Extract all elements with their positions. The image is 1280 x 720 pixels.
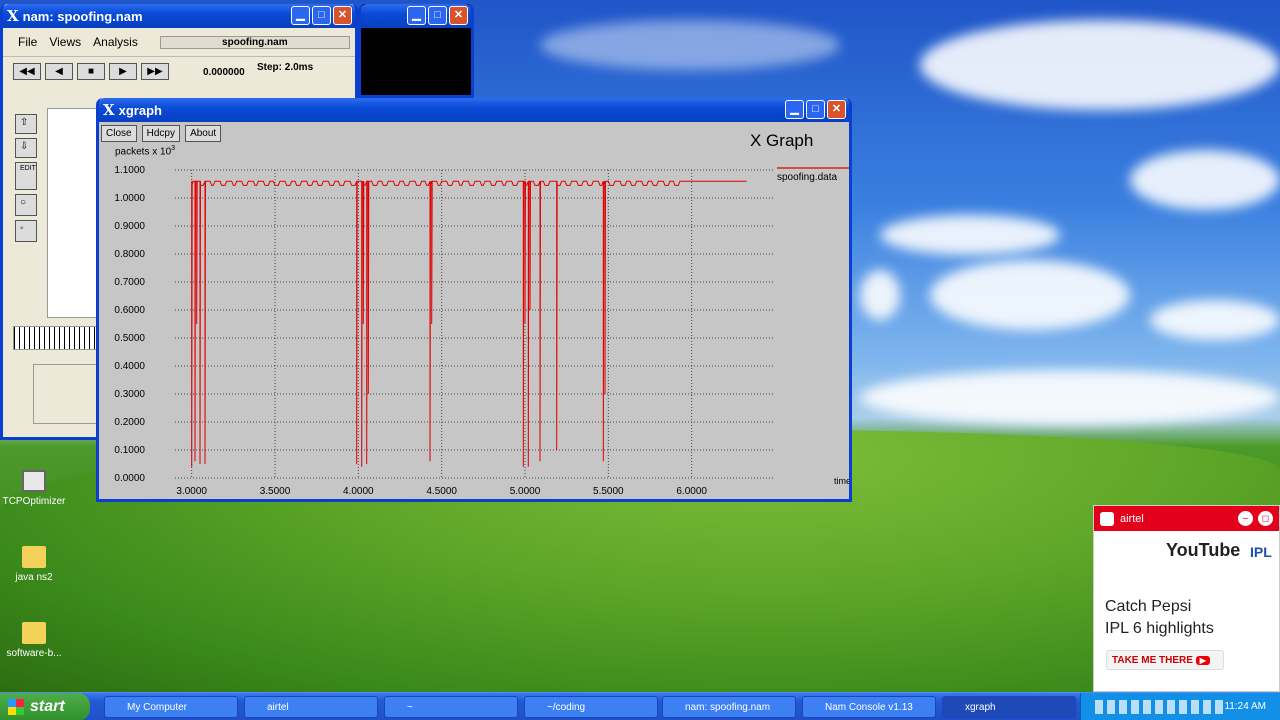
y-tick-label: 1.0000: [114, 193, 145, 204]
x-tick-label: 5.5000: [593, 486, 624, 497]
y-tick-label: 0.9000: [114, 221, 145, 232]
folder-icon: [22, 546, 46, 568]
close-button[interactable]: ✕: [449, 6, 468, 25]
y-tick-label: 0.7000: [114, 277, 145, 288]
folder-icon: [22, 622, 46, 644]
x-tick-label: 4.0000: [343, 486, 374, 497]
ad-header: airtel – ◻: [1094, 506, 1279, 531]
xgraph-title: xgraph: [118, 102, 162, 118]
menu-file[interactable]: File: [18, 35, 37, 49]
menu-analysis[interactable]: Analysis: [93, 35, 138, 49]
tool-1-icon[interactable]: ⇧: [15, 114, 37, 134]
ad-line-1: Catch Pepsi: [1105, 598, 1192, 615]
task-airtel[interactable]: airtel: [244, 696, 378, 718]
legend-label: spoofing.data: [777, 172, 837, 183]
airtel-logo-icon: [1100, 511, 1114, 526]
circle-tool-icon[interactable]: ○: [15, 194, 37, 216]
y-tick-label: 0.0000: [114, 473, 145, 484]
ad-minimize-button[interactable]: –: [1238, 511, 1253, 526]
xgraph-window: X xgraph ▁ □ ✕ Close Hdcpy About X Graph…: [96, 98, 852, 502]
x-axis-label: time: [834, 476, 849, 486]
task-nam[interactable]: nam: spoofing.nam: [662, 696, 796, 718]
y-tick-label: 0.3000: [114, 389, 145, 400]
x-logo-icon: X: [7, 7, 19, 25]
desktop-icon-tcpoptimizer[interactable]: TCPOptimizer: [0, 470, 74, 507]
y-tick-label: 0.1000: [114, 445, 145, 456]
task-xgraph[interactable]: xgraph: [942, 696, 1076, 718]
maximize-button[interactable]: □: [806, 100, 825, 119]
rewind-button[interactable]: ◀◀: [13, 63, 41, 80]
nam-toolbar: ◀◀ ◀ ■ ▶ ▶▶ 0.000000 Step: 2.0ms: [3, 56, 355, 88]
y-tick-label: 1.1000: [114, 165, 145, 176]
clock: 11:24 AM: [1224, 701, 1266, 712]
tray-icons[interactable]: [1095, 700, 1225, 714]
black-window: ▁ □ ✕: [358, 4, 474, 98]
start-button[interactable]: start: [0, 693, 90, 720]
task-terminal[interactable]: ~: [384, 696, 518, 718]
y-tick-label: 0.4000: [114, 361, 145, 372]
nam-titlebar[interactable]: X nam: spoofing.nam ▁ □ ✕: [3, 4, 355, 28]
ad-line-2: IPL 6 highlights: [1105, 620, 1214, 637]
xgraph-titlebar[interactable]: X xgraph ▁ □ ✕: [99, 98, 849, 122]
ipl-logo: IPL: [1250, 544, 1272, 560]
take-me-there-button[interactable]: TAKE ME THERE ▶: [1106, 650, 1224, 670]
nam-file-label: spoofing.nam: [159, 35, 350, 49]
tool-2-icon[interactable]: ⇩: [15, 138, 37, 158]
close-button[interactable]: ✕: [333, 6, 352, 25]
minimize-button[interactable]: ▁: [291, 6, 310, 25]
stop-button[interactable]: ■: [77, 63, 105, 80]
x-tick-label: 4.5000: [426, 486, 457, 497]
packets-chart: 0.0000 0.1000 0.2000 0.3000 0.4000 0.5000 0.60…: [114, 165, 849, 497]
tcpoptimizer-icon: [22, 470, 46, 492]
taskbar: start My Computer airtel ~ ~/coding nam:…: [0, 692, 1280, 720]
x-tick-label: 3.5000: [260, 486, 291, 497]
airtel-ad-popup[interactable]: airtel – ◻ YouTube IPL Catch Pepsi IPL 6…: [1093, 505, 1280, 692]
close-button[interactable]: ✕: [827, 100, 846, 119]
nam-timeline[interactable]: [13, 326, 103, 350]
dot-tool-icon[interactable]: ◦: [15, 220, 37, 242]
task-nam-console[interactable]: Nam Console v1.13: [802, 696, 936, 718]
maximize-button[interactable]: □: [312, 6, 331, 25]
desktop-icon-software[interactable]: software-b...: [0, 622, 74, 659]
fastforward-button[interactable]: ▶▶: [141, 63, 169, 80]
minimize-button[interactable]: ▁: [407, 6, 426, 25]
x-tick-label: 6.0000: [676, 486, 707, 497]
system-tray: 11:24 AM: [1080, 693, 1280, 720]
y-tick-label: 0.5000: [114, 333, 145, 344]
ad-close-button[interactable]: ◻: [1258, 511, 1273, 526]
minimize-button[interactable]: ▁: [785, 100, 804, 119]
play-button[interactable]: ▶: [109, 63, 137, 80]
edit-icon[interactable]: EDIT: [15, 162, 37, 190]
back-button[interactable]: ◀: [45, 63, 73, 80]
x-logo-icon: X: [103, 101, 115, 119]
y-tick-label: 0.8000: [114, 249, 145, 260]
task-coding[interactable]: ~/coding: [524, 696, 658, 718]
nam-title: nam: spoofing.nam: [22, 8, 143, 24]
task-my-computer[interactable]: My Computer: [104, 696, 238, 718]
nam-lower-panel: [33, 364, 103, 424]
nam-side-tools: ⇧ ⇩ EDIT ○ ◦: [15, 114, 39, 254]
ad-brand: airtel: [1120, 512, 1144, 525]
youtube-logo: YouTube: [1166, 540, 1241, 560]
x-tick-label: 3.0000: [176, 486, 207, 497]
step-label: Step: 2.0ms: [257, 62, 314, 73]
nam-menubar: File Views Analysis spoofing.nam: [3, 28, 355, 56]
play-icon: ▶: [1195, 656, 1210, 665]
windows-logo-icon: [8, 699, 24, 715]
menu-views[interactable]: Views: [49, 35, 81, 49]
y-tick-label: 0.6000: [114, 305, 145, 316]
maximize-button[interactable]: □: [428, 6, 447, 25]
x-tick-label: 5.0000: [510, 486, 541, 497]
desktop-icon-java-ns2[interactable]: java ns2: [0, 546, 74, 583]
black-window-titlebar[interactable]: ▁ □ ✕: [361, 4, 471, 28]
time-value: 0.000000: [203, 67, 245, 78]
y-tick-label: 0.2000: [114, 417, 145, 428]
